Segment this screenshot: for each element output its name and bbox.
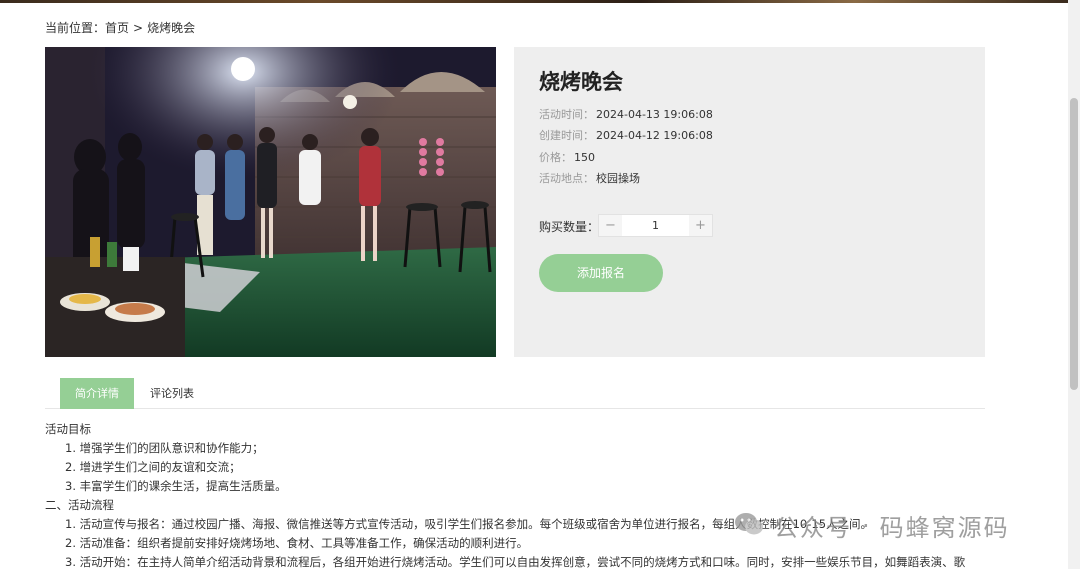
increase-quantity-button[interactable]: + (689, 215, 712, 236)
breadcrumb-separator: > (133, 21, 144, 35)
price-value: 150 (574, 151, 595, 164)
activity-time-value: 2024-04-13 19:06:08 (596, 108, 713, 121)
list-item: 3. 活动开始：在主持人简单介绍活动背景和流程后，各组开始进行烧烤活动。学生们可… (65, 555, 966, 569)
event-title: 烧烤晚会 (539, 70, 623, 94)
quantity-stepper: − 1 + (598, 214, 713, 237)
list-item: 2. 增进学生们之间的友谊和交流； (65, 460, 241, 474)
detail-tabs: 简介详情 评论列表 (45, 378, 985, 409)
price-row: 价格： 150 (539, 149, 595, 165)
quantity-label: 购买数量： (539, 220, 600, 234)
vertical-scrollbar[interactable] (1068, 0, 1080, 569)
breadcrumb-home-link[interactable]: 首页 (105, 19, 129, 36)
quantity-input[interactable]: 1 (622, 215, 689, 236)
event-photo (45, 47, 496, 357)
activity-time-row: 活动时间： 2024-04-13 19:06:08 (539, 106, 713, 122)
created-time-label: 创建时间： (539, 129, 594, 142)
location-value: 校园操场 (596, 172, 640, 185)
scrollbar-thumb[interactable] (1070, 98, 1078, 390)
list-item: 1. 增强学生们的团队意识和协作能力； (65, 441, 264, 455)
price-label: 价格： (539, 151, 572, 164)
watermark: 公众号 · 码蜂窝源码 (734, 508, 1010, 543)
breadcrumb-label: 当前位置： (45, 21, 106, 35)
decrease-quantity-button[interactable]: − (599, 215, 622, 236)
created-time-row: 创建时间： 2024-04-12 19:06:08 (539, 127, 713, 143)
top-banner-strip (0, 0, 1068, 3)
watermark-text-1: 公众号 (774, 514, 852, 542)
event-info-panel: 烧烤晚会 活动时间： 2024-04-13 19:06:08 创建时间： 2024-… (514, 47, 985, 357)
wechat-icon (734, 511, 764, 541)
breadcrumb-current: 烧烤晚会 (147, 21, 196, 35)
list-item: 2. 活动准备：组织者提前安排好烧烤场地、食材、工具等准备工作，确保活动的顺利进… (65, 536, 529, 550)
created-time-value: 2024-04-12 19:06:08 (596, 129, 713, 142)
section-heading: 活动目标 (45, 422, 91, 436)
location-label: 活动地点： (539, 172, 594, 185)
activity-time-label: 活动时间： (539, 108, 594, 121)
breadcrumb: 当前位置：首页 > 烧烤晚会 (45, 19, 195, 36)
section-heading: 二、活动流程 (45, 498, 114, 512)
list-item: 3. 丰富学生们的课余生活，提高生活质量。 (65, 479, 287, 493)
tab-detail[interactable]: 简介详情 (60, 378, 134, 409)
watermark-text-2: 码蜂窝源码 (879, 514, 1010, 542)
add-signup-button[interactable]: 添加报名 (539, 254, 663, 292)
tab-comments[interactable]: 评论列表 (142, 378, 202, 409)
watermark-dot: · (862, 511, 870, 540)
location-row: 活动地点： 校园操场 (539, 170, 640, 186)
